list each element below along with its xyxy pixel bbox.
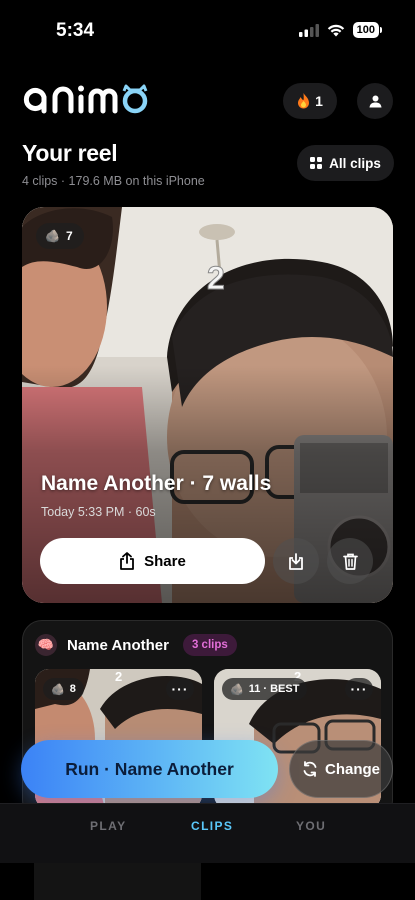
profile-button[interactable] [357, 83, 393, 119]
rock-icon: 🪨 [51, 683, 65, 696]
clip-title: Name Another · 7 walls [41, 472, 272, 495]
battery-indicator: 100 [352, 22, 383, 38]
delete-clip-button[interactable] [327, 538, 373, 584]
rock-icon: 🪨 [230, 683, 244, 696]
tab-bar: PLAY CLIPS YOU [0, 803, 415, 863]
walls-count: 8 [69, 683, 76, 695]
refresh-icon [303, 761, 317, 777]
status-bar: 5:34 100 [0, 0, 415, 60]
animo-logo-icon [23, 84, 148, 114]
walls-badge: 🪨 7 [36, 223, 84, 249]
tab-play[interactable]: PLAY [90, 819, 127, 833]
more-options-button[interactable]: ··· [345, 678, 373, 700]
all-clips-button[interactable]: All clips [297, 145, 394, 181]
save-to-device-button[interactable] [273, 538, 319, 584]
walls-badge: 🪨 8 [43, 678, 84, 700]
all-clips-label: All clips [329, 155, 381, 171]
more-options-button[interactable]: ··· [166, 678, 194, 700]
storage-summary: 4 clips · 179.6 MB on this iPhone [22, 174, 205, 188]
share-icon [120, 552, 135, 570]
share-button[interactable]: Share [40, 538, 265, 584]
clip-count-badge: 3 clips [182, 634, 237, 656]
svg-text:2: 2 [115, 669, 122, 684]
walls-badge: 🪨 11 · BEST [222, 678, 308, 700]
walls-count: 7 [65, 229, 73, 243]
person-icon [369, 95, 381, 107]
tab-clips[interactable]: CLIPS [191, 819, 233, 833]
status-icons: 100 [298, 22, 383, 38]
status-time: 5:34 [56, 20, 95, 41]
change-label: Change [324, 760, 380, 778]
wifi-icon [327, 24, 344, 36]
page-title: Your reel [22, 140, 118, 166]
walls-count: 11 · BEST [248, 683, 300, 695]
group-name: Name Another [67, 636, 169, 654]
group-header: 🧠 Name Another 3 clips [35, 634, 237, 656]
tab-you[interactable]: YOU [296, 819, 326, 833]
clip-meta: Today 5:33 PM · 60s [41, 505, 156, 519]
content-peek [34, 863, 201, 900]
rock-icon: 🪨 [45, 229, 60, 243]
cellular-signal-icon [298, 23, 319, 37]
change-game-button[interactable]: Change [289, 740, 393, 798]
featured-clip-card[interactable]: 2 🪨 7 Name Another · 7 walls Today 5:33 … [22, 207, 393, 603]
streak-count: 1 [315, 93, 323, 109]
share-label: Share [144, 552, 186, 570]
run-game-button[interactable]: Run · Name Another [21, 740, 278, 798]
app-logo [22, 84, 150, 119]
streak-button[interactable]: 1 [283, 83, 337, 119]
grid-icon [310, 157, 323, 169]
trash-icon [342, 553, 358, 570]
download-icon [289, 552, 303, 570]
brain-icon: 🧠 [35, 634, 57, 656]
home-indicator-area [0, 863, 415, 900]
fire-icon [298, 93, 310, 109]
app-header: 1 [22, 82, 393, 120]
